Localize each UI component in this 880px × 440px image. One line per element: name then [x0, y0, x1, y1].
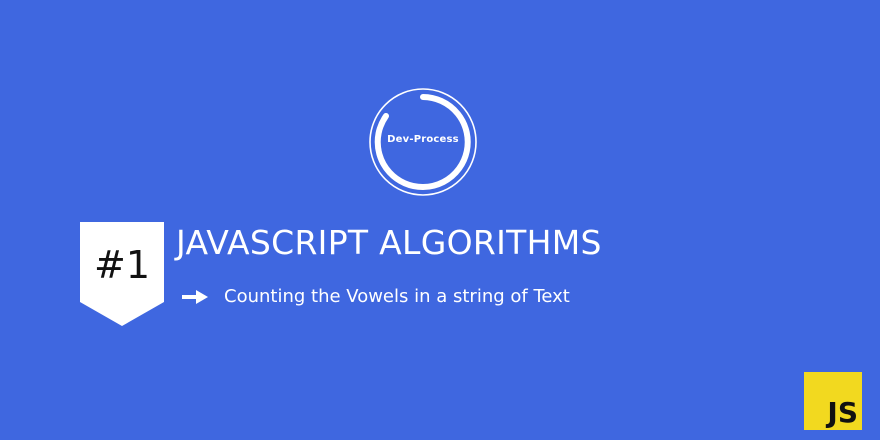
- arrow-right-icon: [182, 290, 208, 304]
- subtitle: Counting the Vowels in a string of Text: [224, 286, 570, 307]
- subtitle-row: Counting the Vowels in a string of Text: [182, 282, 570, 312]
- dev-process-logo: Dev-Process: [367, 86, 479, 198]
- number-badge: #1: [80, 222, 164, 326]
- logo-text: Dev-Process: [387, 134, 459, 145]
- js-logo: JS: [804, 372, 862, 430]
- banner-canvas: Dev-Process #1 JAVASCRIPT ALGORITHMS Cou…: [0, 0, 880, 440]
- js-logo-text: JS: [827, 396, 858, 429]
- badge-number: #1: [93, 243, 151, 287]
- page-title: JAVASCRIPT ALGORITHMS: [176, 223, 602, 262]
